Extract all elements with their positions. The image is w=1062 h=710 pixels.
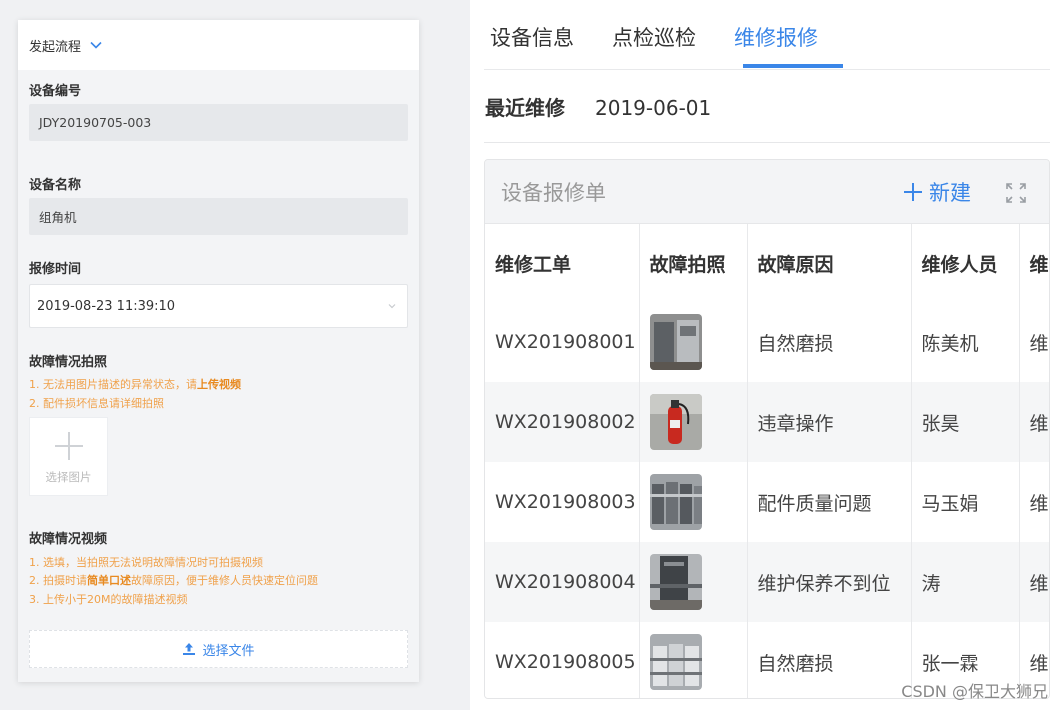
select-image-label: 选择图片 xyxy=(45,469,92,484)
equipment-photo-thumbnail[interactable] xyxy=(649,554,702,610)
device-no-field[interactable]: JDY20190705-003 xyxy=(29,104,408,141)
reason-cell: 维护保养不到位 xyxy=(747,542,912,622)
active-tab-indicator xyxy=(743,64,843,68)
photo-cell[interactable] xyxy=(639,622,748,698)
more-cell: 维 xyxy=(1019,462,1049,542)
order-cell: WX201908002 xyxy=(485,382,640,462)
more-cell: 维 xyxy=(1019,382,1049,462)
card-title: 设备报修单 xyxy=(501,180,606,205)
person-cell: 涛 xyxy=(911,542,1020,622)
device-name-label: 设备名称 xyxy=(29,178,82,193)
person-cell: 陈美机 xyxy=(911,302,1020,382)
table-header-row: 维修工单 故障拍照 故障原因 维修人员 维 xyxy=(485,224,1049,302)
equipment-photo-thumbnail[interactable] xyxy=(649,314,702,370)
tab-inspection[interactable]: 点检巡检 xyxy=(612,22,696,52)
device-no-label: 设备编号 xyxy=(29,84,82,99)
tab-device-info[interactable]: 设备信息 xyxy=(490,22,574,52)
chevron-down-icon xyxy=(89,38,103,52)
order-cell: WX201908004 xyxy=(485,542,640,622)
recent-repair-label: 最近维修 xyxy=(485,96,565,120)
photo-cell[interactable] xyxy=(639,462,748,542)
table-row[interactable]: WX201908001 自然磨损 陈美机 维 xyxy=(485,302,1049,382)
photo-tip-1: 1. 无法用图片描述的异常状态，请上传视频 xyxy=(29,378,241,391)
video-tip-1: 1. 选填，当拍照无法说明故障情况时可拍摄视频 xyxy=(29,556,263,569)
col-order[interactable]: 维修工单 xyxy=(485,224,640,302)
video-tip-3: 3. 上传小于20M的故障描述视频 xyxy=(29,593,188,606)
table-row[interactable]: WX201908003 配件质量问题 马玉娟 维 xyxy=(485,462,1049,542)
recent-repair-date: 2019-06-01 xyxy=(595,96,712,120)
report-time-label: 报修时间 xyxy=(29,262,82,277)
photo-cell[interactable] xyxy=(639,542,748,622)
photo-tip-2: 2. 配件损坏信息请详细拍照 xyxy=(29,397,164,410)
chevron-down-icon xyxy=(386,300,398,312)
select-image-button[interactable]: 选择图片 xyxy=(29,417,108,496)
new-order-button[interactable]: 新建 xyxy=(903,177,971,207)
order-cell: WX201908001 xyxy=(485,302,640,382)
device-name-field[interactable]: 组角机 xyxy=(29,198,408,235)
divider xyxy=(484,142,1050,143)
reason-cell: 违章操作 xyxy=(747,382,912,462)
reason-cell: 配件质量问题 xyxy=(747,462,912,542)
new-order-label: 新建 xyxy=(929,181,971,205)
reason-cell: 自然磨损 xyxy=(747,622,912,698)
select-file-button[interactable]: 选择文件 xyxy=(29,630,408,668)
video-label: 故障情况视频 xyxy=(29,532,108,547)
order-cell: WX201908003 xyxy=(485,462,640,542)
video-tip-2: 2. 拍摄时请简单口述故障原因，便于维修人员快速定位问题 xyxy=(29,574,318,587)
col-person[interactable]: 维修人员 xyxy=(911,224,1020,302)
start-process-label: 发起流程 xyxy=(29,39,82,55)
more-cell: 维 xyxy=(1019,542,1049,622)
card-header: 设备报修单 新建 xyxy=(485,160,1049,224)
repair-order-card: 设备报修单 新建 维修工单 故障拍照 故障原因 维修人员 维 WX2019080… xyxy=(484,159,1050,699)
repair-request-form: 发起流程 设备编号 JDY20190705-003 设备名称 组角机 报修时间 … xyxy=(18,20,419,682)
device-detail-panel: 设备信息 点检巡检 维修报修 最近维修 2019-06-01 设备报修单 新建 xyxy=(470,0,1062,710)
tab-repair[interactable]: 维修报修 xyxy=(734,22,818,52)
col-reason[interactable]: 故障原因 xyxy=(747,224,912,302)
fire-extinguisher-photo-thumbnail[interactable] xyxy=(649,394,702,450)
report-time-value: 2019-08-23 11:39:10 xyxy=(37,298,176,314)
report-time-select[interactable]: 2019-08-23 11:39:10 xyxy=(29,284,408,328)
equipment-photo-thumbnail[interactable] xyxy=(649,634,702,690)
col-more[interactable]: 维 xyxy=(1019,224,1049,302)
reason-cell: 自然磨损 xyxy=(747,302,912,382)
repair-order-table: 维修工单 故障拍照 故障原因 维修人员 维 WX201908001 自然磨损 陈… xyxy=(485,224,1049,698)
fullscreen-icon[interactable] xyxy=(1005,182,1027,204)
watermark: CSDN @保卫大狮兄 xyxy=(901,682,1048,701)
photo-cell[interactable] xyxy=(639,382,748,462)
person-cell: 马玉娟 xyxy=(911,462,1020,542)
tab-bar: 设备信息 点检巡检 维修报修 xyxy=(484,0,1050,70)
col-photo[interactable]: 故障拍照 xyxy=(639,224,748,302)
table-row[interactable]: WX201908004 维护保养不到位 涛 维 xyxy=(485,542,1049,622)
photo-cell[interactable] xyxy=(639,302,748,382)
person-cell: 张昊 xyxy=(911,382,1020,462)
photo-label: 故障情况拍照 xyxy=(29,355,108,370)
upload-icon xyxy=(182,642,196,656)
select-file-label: 选择文件 xyxy=(202,643,255,659)
more-cell: 维 xyxy=(1019,302,1049,382)
order-cell: WX201908005 xyxy=(485,622,640,698)
plus-icon xyxy=(903,182,923,202)
table-row[interactable]: WX201908002 违章操作 张昊 维 xyxy=(485,382,1049,462)
plus-icon xyxy=(52,429,86,463)
equipment-photo-thumbnail[interactable] xyxy=(649,474,702,530)
recent-repair: 最近维修 2019-06-01 xyxy=(485,92,711,121)
start-process-dropdown[interactable]: 发起流程 xyxy=(18,20,419,70)
